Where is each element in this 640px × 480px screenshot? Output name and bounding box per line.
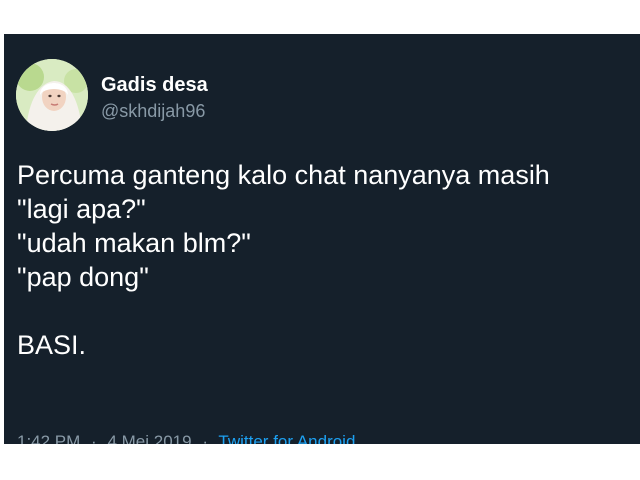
display-name[interactable]: Gadis desa: [101, 74, 208, 97]
meta-separator: ·: [91, 432, 97, 444]
meta-separator: ·: [202, 432, 208, 444]
tweet-line: "udah makan blm?": [17, 228, 251, 258]
tweet-line: Percuma ganteng kalo chat nanyanya masih: [17, 160, 550, 190]
tweet-date[interactable]: 4 Mei 2019: [107, 432, 191, 444]
tweet-card: Gadis desa @skhdijah96 Percuma ganteng k…: [4, 34, 640, 444]
tweet-source-link[interactable]: Twitter for Android: [218, 432, 355, 444]
tweet-text: Percuma ganteng kalo chat nanyanya masih…: [17, 158, 637, 362]
tweet-line: BASI.: [17, 330, 87, 360]
profile-photo: [16, 59, 88, 131]
tweet-metadata: 1:42 PM · 4 Mei 2019 · Twitter for Andro…: [17, 432, 355, 444]
username-handle[interactable]: @skhdijah96: [101, 101, 205, 122]
avatar[interactable]: [16, 59, 88, 131]
screenshot: Gadis desa @skhdijah96 Percuma ganteng k…: [0, 0, 640, 480]
tweet-line: "pap dong": [17, 262, 149, 292]
tweet-line: "lagi apa?": [17, 194, 146, 224]
tweet-time[interactable]: 1:42 PM: [17, 432, 80, 444]
